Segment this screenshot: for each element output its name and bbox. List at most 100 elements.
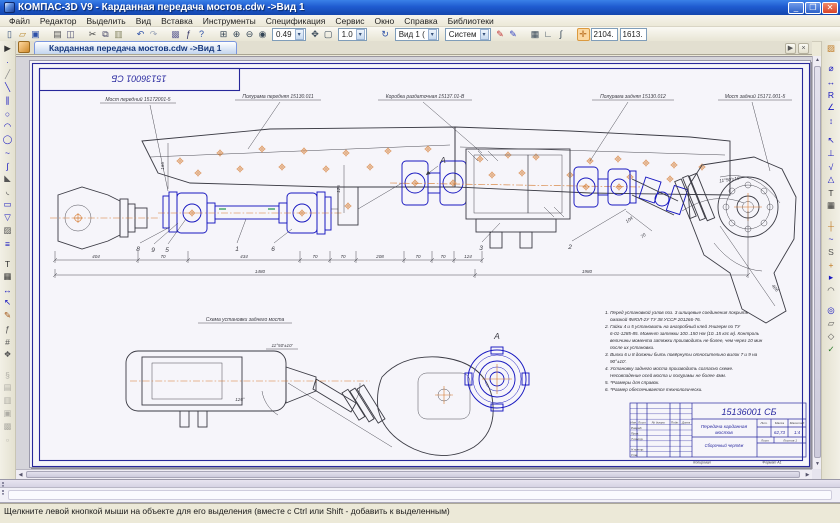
title-block-mass[interactable]: 62,73 [774, 430, 786, 435]
menu-help[interactable]: Справка [399, 16, 442, 26]
label-transfer-case[interactable]: Коробка раздаточная 15137.01-В [386, 94, 465, 100]
insert-panel-icon[interactable]: ▥ [1, 394, 14, 407]
cursor-x-field[interactable]: 2104. [591, 28, 618, 41]
layer-pen-red-icon[interactable]: ✎ [494, 28, 507, 41]
scroll-up-icon[interactable]: ▲ [813, 56, 822, 65]
menu-service[interactable]: Сервис [330, 16, 369, 26]
arc-icon[interactable]: ◠ [1, 120, 14, 133]
leader-icon[interactable]: ↖ [825, 134, 838, 147]
restore-button[interactable]: ❐ [805, 2, 821, 14]
output-universal-joint[interactable] [574, 167, 688, 215]
menu-insert[interactable]: Вставка [156, 16, 198, 26]
fillet-icon[interactable]: ◟ [1, 185, 14, 198]
zoom-scale-combo[interactable]: 0.49▾ [272, 28, 306, 41]
designation-tool-icon[interactable]: ↖ [1, 296, 14, 309]
undo-icon[interactable]: ↶ [134, 28, 147, 41]
menu-view[interactable]: Вид [131, 16, 156, 26]
menu-specification[interactable]: Спецификация [261, 16, 331, 26]
minimize-button[interactable]: _ [788, 2, 804, 14]
text-note-icon[interactable]: Т [825, 186, 838, 199]
rectangle-icon[interactable]: ▭ [1, 198, 14, 211]
current-layer-combo[interactable]: Систем▾ [445, 28, 491, 41]
scroll-down-icon[interactable]: ▼ [813, 460, 822, 469]
layer-pen-blue-icon[interactable]: ✎ [507, 28, 520, 41]
report-panel-icon[interactable]: ▤ [1, 381, 14, 394]
bezier-icon[interactable]: ∫ [1, 159, 14, 172]
view-arrow-icon[interactable]: ▸ [825, 271, 838, 284]
message-bar-row[interactable] [0, 488, 840, 503]
angular-dimension-icon[interactable]: ∠ [825, 101, 838, 114]
callout-5[interactable]: 5 [165, 247, 169, 254]
label-rear-axle[interactable]: Мост задний 15171.001-5 [725, 93, 786, 100]
title-block-scale[interactable]: 1:4 [794, 430, 801, 435]
extra-panel-icon[interactable]: ▫ [1, 433, 14, 446]
main-assembly-view[interactable]: Мост передний 15172001-5 Полурама передн… [50, 93, 796, 323]
close-button[interactable]: ✕ [822, 2, 838, 14]
menu-file[interactable]: Файл [4, 16, 35, 26]
spline-icon[interactable]: ~ [1, 146, 14, 159]
cursor-step-combo[interactable]: 1.0▾ [338, 28, 367, 41]
label-front-axle[interactable]: Мост передний 15172001-5 [105, 96, 170, 103]
grid-icon[interactable]: ▦ [529, 28, 542, 41]
overall-dimension[interactable]: 1480 1980 [53, 211, 750, 278]
height-dimension-icon[interactable]: ↕ [825, 114, 838, 127]
select-cursor-icon[interactable]: ▶ [1, 42, 14, 55]
print-icon[interactable]: ▤ [51, 28, 64, 41]
detail-view-icon[interactable]: ◎ [825, 304, 838, 317]
edit-part-icon[interactable]: ✎ [1, 309, 14, 322]
horizontal-scrollbar[interactable]: ◀ ▶ [16, 469, 812, 479]
chevron-down-icon[interactable]: ▾ [295, 29, 304, 40]
cursor-y-field[interactable]: 1613. [620, 28, 647, 41]
auxiliary-line-icon[interactable]: ╱ [1, 68, 14, 81]
view-a-detail[interactable]: А [465, 331, 529, 411]
horizontal-scroll-thumb[interactable] [26, 471, 800, 478]
open-document-icon[interactable]: ▱ [16, 28, 29, 41]
polygon-icon[interactable]: ▽ [1, 211, 14, 224]
redo-icon[interactable]: ↷ [147, 28, 160, 41]
variables-icon[interactable]: ƒ [182, 27, 195, 40]
cut-icon[interactable]: ✂ [86, 28, 99, 41]
menu-select[interactable]: Выделить [82, 16, 131, 26]
callout-3[interactable]: 3 [479, 245, 483, 252]
title-block-doc-number[interactable]: 15136001 СБ [722, 407, 777, 417]
centerline-icon[interactable]: + [825, 258, 838, 271]
drag-grip-icon[interactable] [2, 490, 6, 495]
zoom-current-icon[interactable]: ◉ [256, 28, 269, 41]
parallel-line-icon[interactable]: ∥ [1, 94, 14, 107]
tab-close-icon[interactable]: × [798, 43, 809, 54]
property-bar-row[interactable] [0, 479, 840, 488]
scheme-angle2[interactable]: 126° [235, 397, 245, 402]
corner-stamp-number[interactable]: 15136001 СБ [111, 74, 166, 84]
drawing-svg[interactable]: 15136001 СБ [30, 61, 812, 469]
frame-bracket[interactable] [331, 183, 402, 225]
property-field[interactable] [8, 490, 832, 500]
hatch-tool-icon[interactable]: ▨ [1, 224, 14, 237]
drawing-sheet[interactable]: 15136001 СБ [29, 60, 811, 468]
text-tool-icon[interactable]: Т [1, 257, 14, 270]
vertical-dimensions[interactable]: 165 125 [160, 143, 344, 213]
spec-panel-icon[interactable]: § [1, 368, 14, 381]
dimension-row[interactable]: 404 70 434 70 70 208 70 70 124 [53, 251, 484, 263]
diameter-dimension-icon[interactable]: ⌀ [825, 62, 838, 75]
table-tool-icon[interactable]: ▦ [1, 270, 14, 283]
preview-icon[interactable]: ◫ [64, 28, 77, 41]
callout-1[interactable]: 1 [235, 246, 239, 253]
pan-icon[interactable]: ✥ [309, 28, 322, 41]
break-line-icon[interactable]: S [825, 245, 838, 258]
paste-icon[interactable]: ▥ [112, 28, 125, 41]
save-icon[interactable]: ▣ [29, 28, 42, 41]
rear-dimensions[interactable]: 104 70 406 11°50'±10' [625, 176, 780, 306]
measure-2d-icon[interactable]: # [1, 335, 14, 348]
view-a-arrow[interactable]: А [426, 155, 446, 175]
front-axle-view[interactable] [50, 187, 160, 249]
fragment-insert-icon[interactable]: ▱ [825, 317, 838, 330]
label-rear-frame[interactable]: Полурама задняя 15130.012 [600, 94, 666, 100]
selection-panel-icon[interactable]: ❖ [1, 348, 14, 361]
zoom-out-icon[interactable]: ⊖ [243, 28, 256, 41]
rear-axle-view[interactable] [675, 157, 796, 323]
section-line-icon[interactable]: ◠ [825, 284, 838, 297]
point-icon[interactable]: ∙ [1, 55, 14, 68]
copy-icon[interactable]: ⧉ [99, 28, 112, 41]
parametrize-icon[interactable]: ƒ [1, 322, 14, 335]
radial-dimension-icon[interactable]: R [825, 88, 838, 101]
